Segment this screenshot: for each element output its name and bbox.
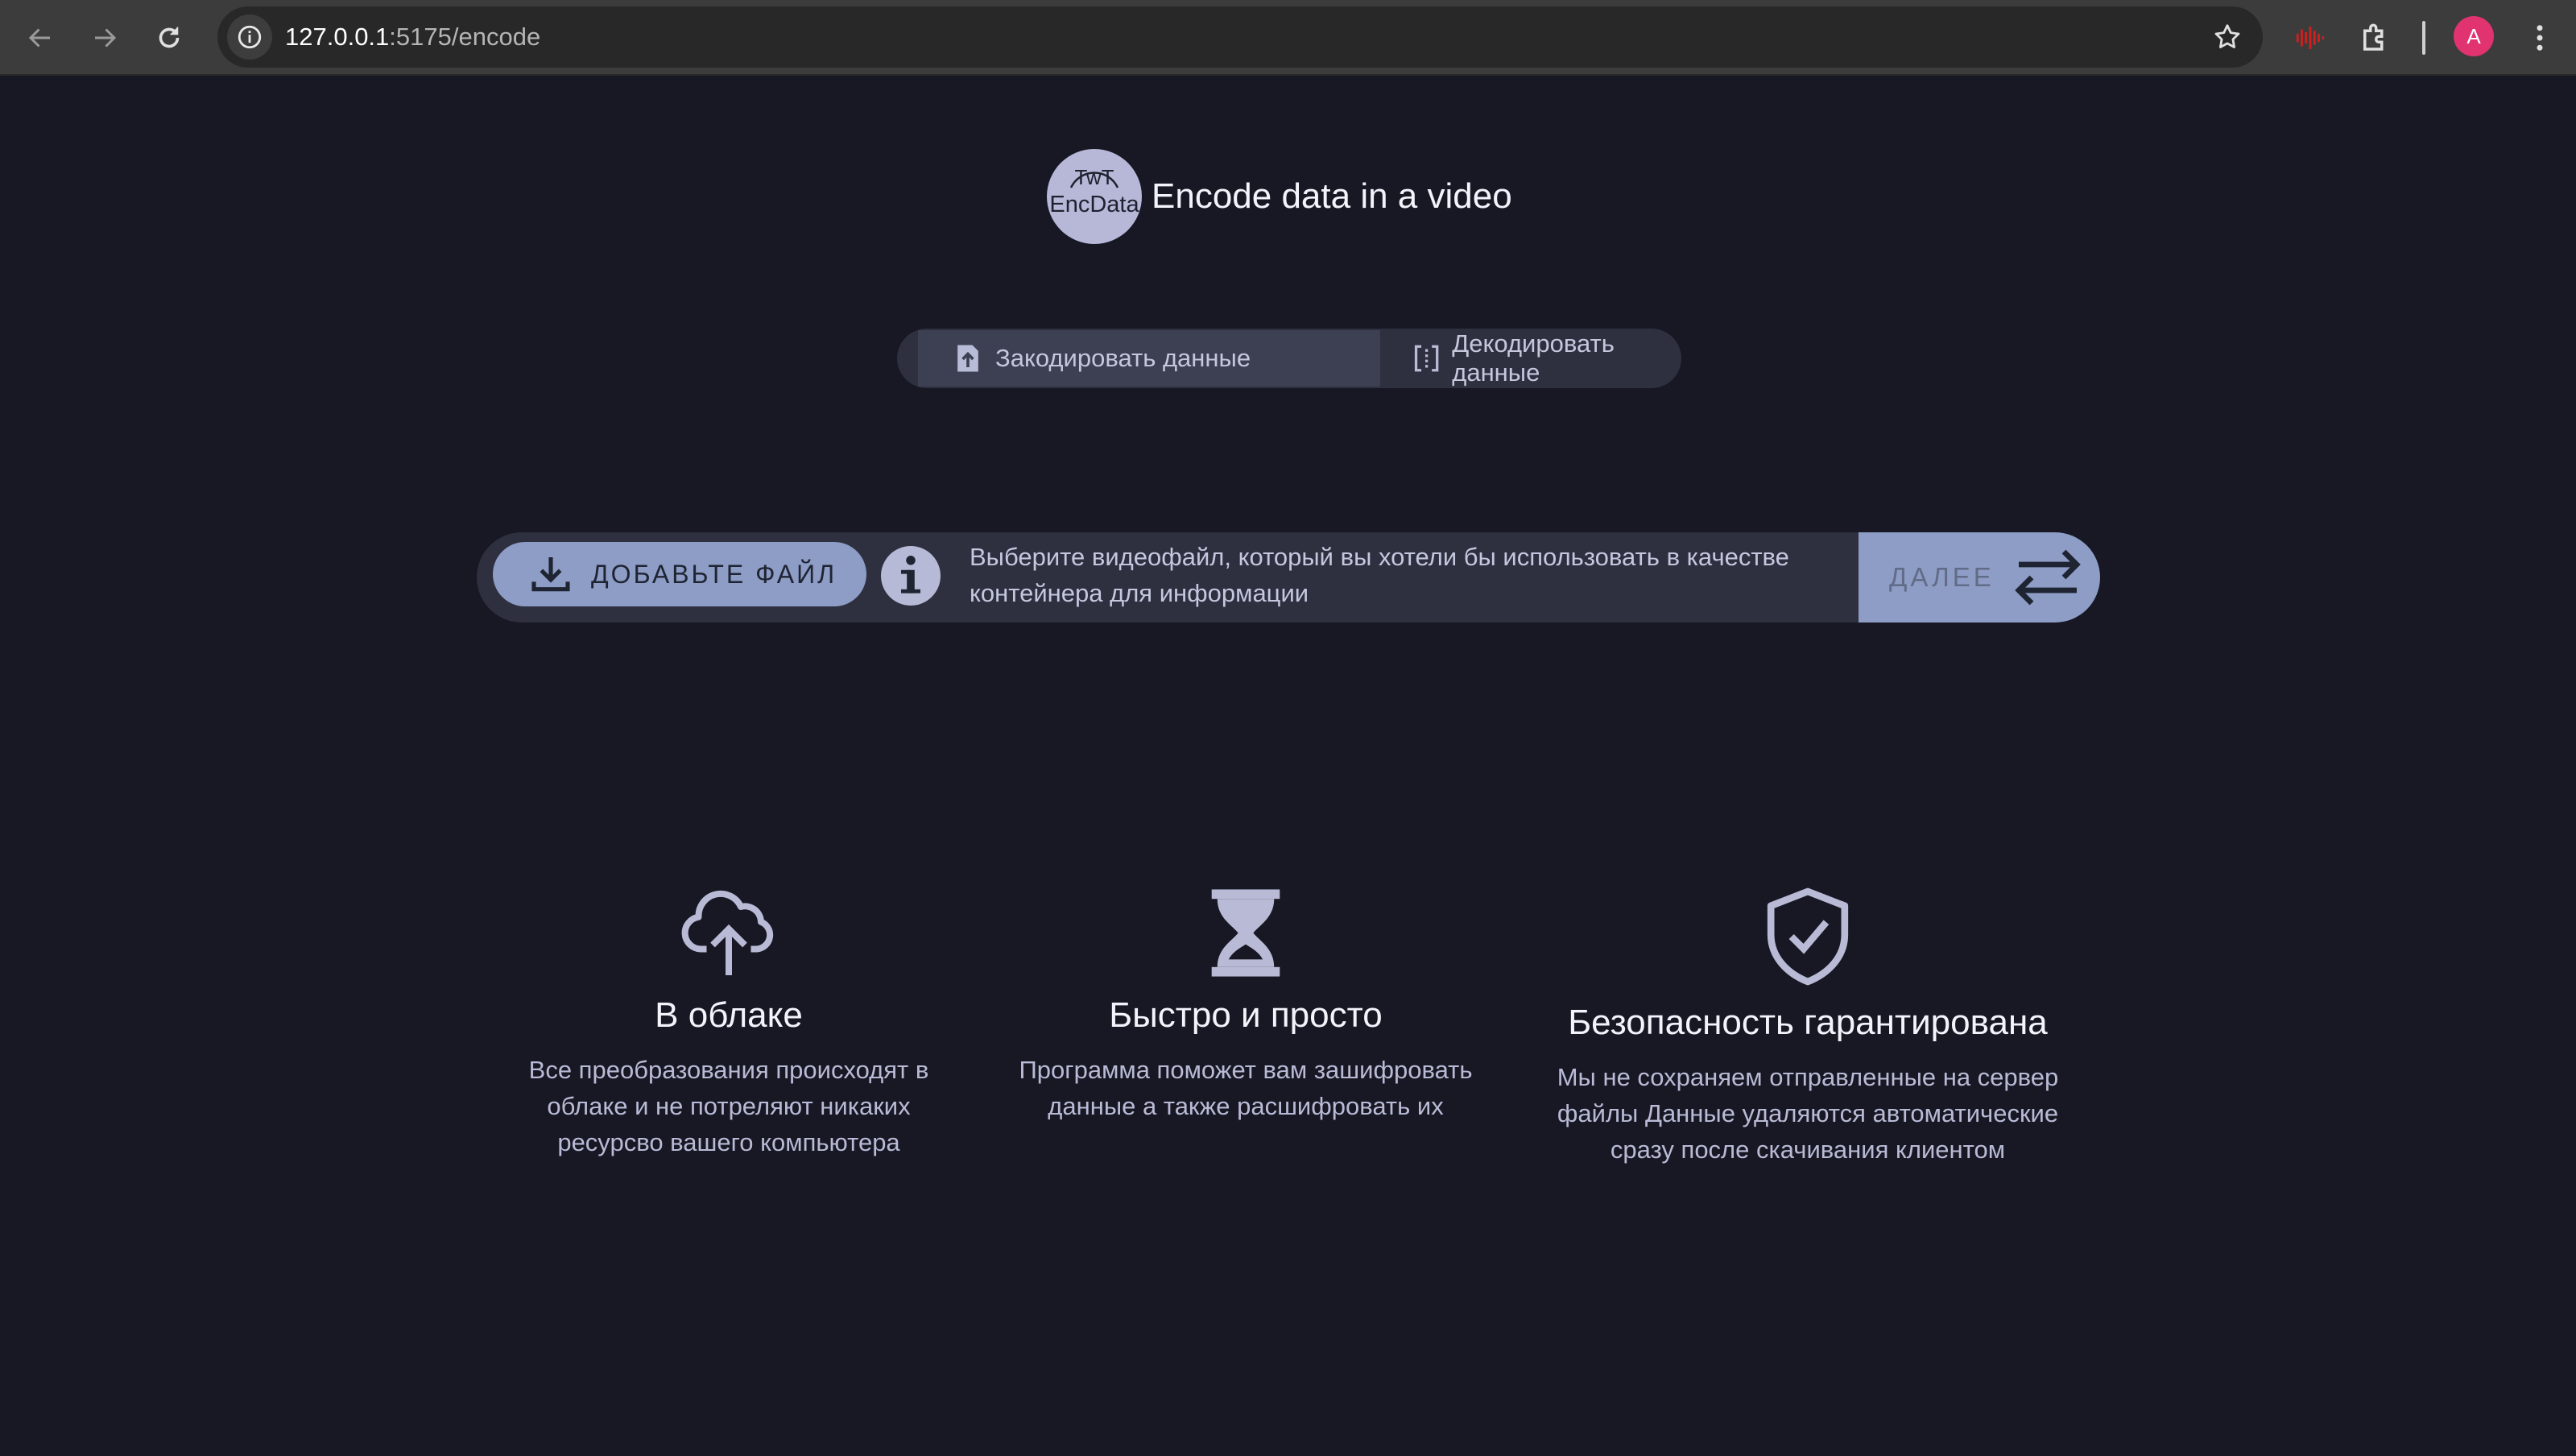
info-i-icon bbox=[901, 556, 920, 594]
forward-button[interactable] bbox=[81, 14, 129, 62]
add-file-button[interactable]: ДОБАВЬТЕ ФАЙЛ bbox=[493, 542, 866, 606]
shield-check-icon bbox=[1767, 887, 1849, 986]
arrow-right-icon bbox=[95, 28, 117, 48]
toolbar-divider bbox=[2422, 21, 2425, 55]
logo-text-bottom: EncData bbox=[1049, 192, 1139, 217]
swap-arrows-icon bbox=[2014, 549, 2081, 606]
bookmark-button[interactable] bbox=[2210, 19, 2245, 55]
upload-hint: Выберите видеофайл, который вы хотели бы… bbox=[970, 543, 1789, 607]
feature-cloud-title: В облаке bbox=[655, 995, 803, 1035]
profile-avatar[interactable]: A bbox=[2454, 16, 2494, 56]
site-info-button[interactable] bbox=[227, 14, 272, 60]
feature-fast: Быстро и просто Программа поможет вам за… bbox=[1004, 887, 1487, 1124]
info-button[interactable] bbox=[881, 546, 941, 606]
url-host: 127.0.0.1 bbox=[285, 23, 390, 51]
logo-text-top: TwT bbox=[1074, 165, 1114, 189]
extensions-button[interactable] bbox=[2351, 14, 2398, 61]
url-text[interactable]: 127.0.0.1:5175/encode bbox=[285, 6, 540, 68]
feature-security-title: Безопасность гарантирована bbox=[1568, 1003, 2048, 1042]
cloud-upload-icon bbox=[681, 890, 774, 975]
tab-decode-label: Декодировать данные bbox=[1452, 329, 1615, 387]
next-button[interactable]: ДАЛЕЕ bbox=[1859, 532, 2100, 623]
page-title: Encode data in a video bbox=[1152, 176, 1512, 216]
tab-decode[interactable]: Декодировать данные bbox=[1387, 329, 1681, 387]
extension-audio-button[interactable] bbox=[2287, 14, 2334, 61]
tab-encode[interactable]: Закодировать данные bbox=[918, 330, 1380, 387]
feature-security-text: Мы не сохраняем отправленные на сервер ф… bbox=[1557, 1063, 2059, 1164]
upload-bar: ДОБАВЬТЕ ФАЙЛ Выберите видеофайл, которы… bbox=[477, 532, 2100, 623]
reload-icon bbox=[159, 27, 180, 48]
back-button[interactable] bbox=[16, 14, 64, 62]
tab-encode-label: Закодировать данные bbox=[995, 344, 1251, 372]
star-icon bbox=[2214, 24, 2240, 48]
feature-cloud-text: Все преобразования происходят в облаке и… bbox=[528, 1056, 929, 1156]
mode-toggle: Закодировать данные Декодировать данные bbox=[897, 329, 1681, 388]
puzzle-icon bbox=[2363, 23, 2384, 51]
page-header: TwT EncData Encode data in a video bbox=[1047, 148, 1512, 245]
decode-brackets-icon bbox=[1414, 345, 1439, 372]
feature-fast-title: Быстро и просто bbox=[1109, 995, 1383, 1035]
feature-fast-text: Программа поможет вам зашифровать данные… bbox=[1019, 1056, 1473, 1120]
browser-toolbar: 127.0.0.1:5175/encode A bbox=[0, 0, 2576, 76]
address-bar[interactable]: 127.0.0.1:5175/encode bbox=[217, 6, 2263, 68]
download-icon bbox=[531, 557, 570, 592]
arrow-left-icon bbox=[28, 28, 50, 48]
waveform-icon bbox=[2296, 27, 2325, 49]
file-upload-icon bbox=[957, 345, 978, 372]
next-label: ДАЛЕЕ bbox=[1889, 562, 1995, 592]
feature-cloud: В облаке Все преобразования происходят в… bbox=[491, 887, 966, 1160]
kebab-menu-icon bbox=[2537, 25, 2543, 51]
reload-button[interactable] bbox=[145, 14, 193, 62]
browser-menu-button[interactable] bbox=[2516, 14, 2563, 61]
add-file-label: ДОБАВЬТЕ ФАЙЛ bbox=[591, 559, 837, 589]
app-logo: TwT EncData bbox=[1047, 149, 1142, 244]
page-content: TwT EncData Encode data in a video Закод… bbox=[0, 77, 2576, 1456]
hourglass-icon bbox=[1211, 889, 1280, 977]
url-path: :5175/encode bbox=[389, 23, 541, 51]
feature-security: Безопасность гарантирована Мы не сохраня… bbox=[1530, 887, 2086, 1168]
info-icon bbox=[238, 25, 262, 49]
